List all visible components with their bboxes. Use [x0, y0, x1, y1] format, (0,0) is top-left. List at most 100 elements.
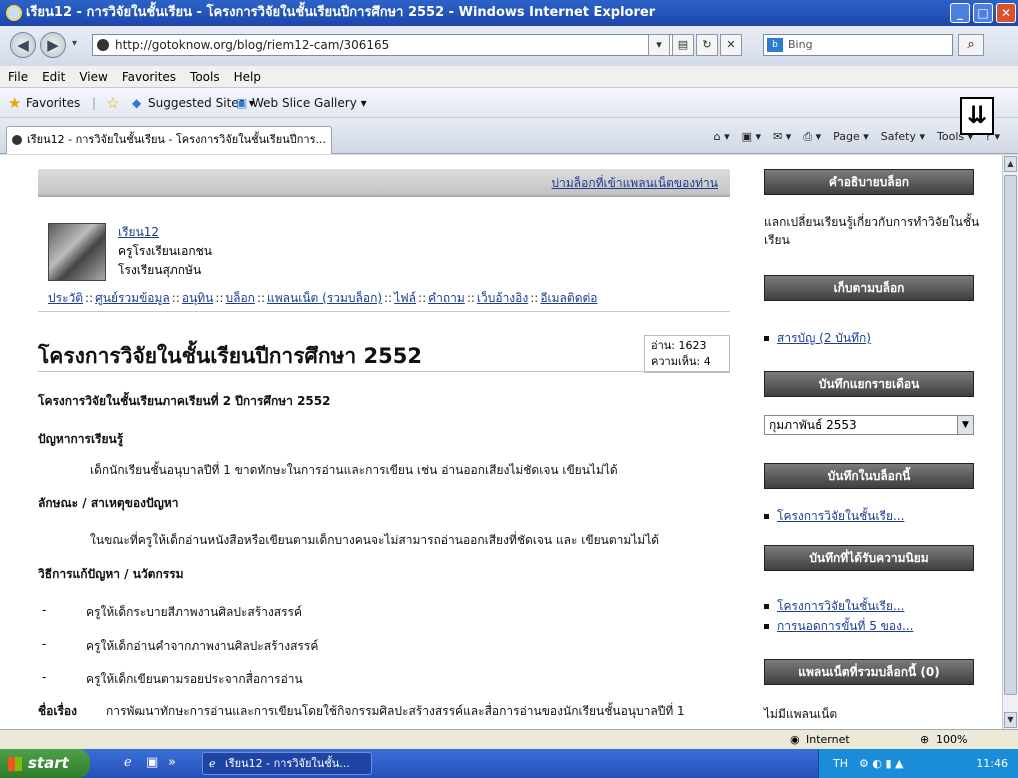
heading-cause: ลักษณะ / สาเหตุของปัญหา	[38, 496, 179, 510]
language-indicator[interactable]: TH	[833, 749, 848, 778]
chevron-down-icon[interactable]: ▼	[957, 416, 973, 434]
quicklaunch-ie-icon[interactable]: ℯ	[124, 755, 132, 770]
scroll-up-icon[interactable]: ▲	[1004, 156, 1017, 172]
ie-icon	[6, 5, 22, 21]
month-select[interactable]: กุมภาพันธ์ 2553 ▼	[764, 415, 974, 435]
nav-references[interactable]: เว็บอ้างอิง	[477, 291, 528, 305]
sidebar-popular-item: การนอดการขั้นที่ 5 ของ...	[764, 617, 913, 636]
address-input[interactable]: http://gotoknow.org/blog/riem12-cam/3061…	[92, 34, 692, 56]
tab-current[interactable]: เรียน12 - การวิจัยในชั้นเรียน - โครงการว…	[6, 126, 332, 154]
nav-email[interactable]: อีเมลติดต่อ	[540, 291, 597, 305]
web-slice-gallery-link[interactable]: Web Slice Gallery ▾	[252, 88, 367, 118]
favorites-star-icon[interactable]: ★	[8, 88, 21, 118]
close-button[interactable]: ✕	[996, 3, 1016, 23]
sidebar-heading-planets: แพลนเน็ตที่รวมบล็อกนี้ (0)	[764, 659, 974, 685]
planet-banner-link[interactable]: บ่ามล็อกที่เข้าแพลนเน็ตของท่าน	[552, 176, 718, 190]
compatibility-view-icon[interactable]: ▤	[672, 34, 694, 56]
windows-logo-icon	[8, 757, 22, 771]
recent-post-link[interactable]: โครงการวิจัยในชั้นเรีย...	[777, 509, 904, 523]
home-icon[interactable]: ⌂ ▾	[714, 130, 730, 144]
forward-button[interactable]: ▶	[40, 32, 66, 58]
globe-icon: ◉	[790, 733, 800, 746]
sidebar-heading-popular: บันทึกที่ได้รับความนิยม	[764, 545, 974, 571]
mail-icon[interactable]: ✉ ▾	[773, 130, 791, 144]
search-input[interactable]: b Bing	[763, 34, 953, 56]
quicklaunch-desktop-icon[interactable]: ▣	[146, 755, 158, 770]
menu-view[interactable]: View	[79, 66, 107, 87]
stop-button[interactable]: ✕	[720, 34, 742, 56]
start-button[interactable]: start	[0, 749, 90, 778]
minimize-button[interactable]: _	[950, 3, 970, 23]
vertical-scrollbar[interactable]: ▲ ▼	[1002, 155, 1018, 729]
nav-questions[interactable]: คำถาม	[428, 291, 465, 305]
bullet-icon: -	[42, 637, 47, 651]
refresh-button[interactable]: ↻	[696, 34, 718, 56]
add-favorite-icon[interactable]: ☆	[106, 88, 119, 118]
address-url: http://gotoknow.org/blog/riem12-cam/3061…	[115, 38, 390, 52]
nav-data-center[interactable]: ศูนย์รวมข้อมูล	[95, 291, 170, 305]
sidebar: คำอธิบายบล็อก แลกเปลี่ยนเรียนรู้เกี่ยวกั…	[760, 155, 1002, 729]
nav-blog[interactable]: บล็อก	[225, 291, 254, 305]
web-slice-icon: ▣	[236, 96, 248, 110]
avatar[interactable]	[48, 223, 106, 281]
history-dropdown-icon[interactable]: ▾	[72, 38, 77, 49]
no-planet-text: ไม่มีแพลนเน็ต	[764, 707, 838, 721]
profile-name-link[interactable]: เรียน12	[118, 225, 159, 239]
profile-block: เรียน12 ครูโรงเรียนเอกชน โรงเรียนสุภกษัน	[118, 223, 212, 280]
zone-label: Internet	[806, 733, 850, 746]
command-bar: ⌂ ▾ ▣ ▾ ✉ ▾ ⎙ ▾ Page ▾ Safety ▾ Tools ▾ …	[714, 130, 1000, 144]
maximize-button[interactable]: □	[973, 3, 993, 23]
sidebar-heading-monthly: บันทึกแยกรายเดือน	[764, 371, 974, 397]
favorites-bar: ★ Favorites | ☆ ◆ Suggested Sites ▾ ▣ We…	[0, 88, 1018, 118]
nav-planet[interactable]: แพลนเน็ต (รวมบล็อก)	[267, 291, 382, 305]
post-subtitle: โครงการวิจัยในชั้นเรียนภาคเรียนที่ 2 ปีก…	[38, 394, 331, 408]
nav-files[interactable]: ไฟล์	[394, 291, 416, 305]
tray-icons[interactable]: ⚙ ◐ ▮ ▲	[859, 749, 903, 778]
page-menu[interactable]: Page ▾	[833, 130, 869, 144]
tab-label: เรียน12 - การวิจัยในชั้นเรียน - โครงการว…	[27, 133, 326, 146]
quicklaunch-more-icon[interactable]: »	[168, 755, 176, 770]
category-link[interactable]: สารบัญ (2 บันทึก)	[777, 331, 871, 345]
feeds-icon[interactable]: ▣ ▾	[742, 130, 761, 144]
solution-item: ครูให้เด็กอ่านคำจากภาพงานศิลปะสร้างสรรค์	[86, 639, 319, 653]
heading-problem: ปัญหาการเรียนรู้	[38, 432, 124, 446]
menu-favorites[interactable]: Favorites	[122, 66, 176, 87]
menu-edit[interactable]: Edit	[42, 66, 65, 87]
topic-label: ชื่อเรื่อง	[38, 704, 77, 718]
divider	[38, 311, 730, 312]
site-favicon	[97, 39, 109, 51]
zoom-level[interactable]: 100%	[936, 730, 967, 749]
bullet-icon: -	[42, 670, 47, 684]
tab-favicon	[12, 135, 22, 145]
favbar-divider: |	[92, 96, 97, 110]
start-label: start	[28, 754, 69, 772]
popular-post-link[interactable]: โครงการวิจัยในชั้นเรีย...	[777, 599, 904, 613]
scrollbar-thumb[interactable]	[1004, 175, 1017, 695]
address-dropdown-button[interactable]: ▾	[648, 34, 670, 56]
nav-journal[interactable]: อนุทิน	[182, 291, 214, 305]
solution-item: ครูให้เด็กเขียนตามรอยประจากสื่อการอ่าน	[86, 672, 303, 686]
address-toolbar: ◀ ▶ ▾ http://gotoknow.org/blog/riem12-ca…	[0, 26, 1018, 66]
menu-file[interactable]: File	[8, 66, 28, 87]
topic-text: การพัฒนาทักษะการอ่านและการเขียนโดยใช้กิจ…	[106, 704, 685, 718]
menu-help[interactable]: Help	[234, 66, 261, 87]
print-icon[interactable]: ⎙ ▾	[803, 130, 821, 144]
menu-tools[interactable]: Tools	[190, 66, 220, 87]
popular-post-link[interactable]: การนอดการขั้นที่ 5 ของ...	[777, 619, 913, 633]
bing-icon: b	[767, 38, 783, 52]
sidebar-popular-item: โครงการวิจัยในชั้นเรีย...	[764, 597, 904, 616]
favorites-button[interactable]: Favorites	[26, 88, 80, 118]
taskbar-item-label: เรียน12 - การวิจัยในชั้น...	[225, 757, 350, 770]
taskbar-item-ie[interactable]: ℯ เรียน12 - การวิจัยในชั้น...	[202, 752, 372, 775]
nav-history[interactable]: ประวัติ	[48, 291, 83, 305]
window-title: เรียน12 - การวิจัยในชั้นเรียน - โครงการว…	[26, 5, 656, 20]
search-button[interactable]: ⌕	[958, 34, 984, 56]
back-button[interactable]: ◀	[10, 32, 36, 58]
scroll-down-icon[interactable]: ▼	[1004, 712, 1017, 728]
browser-window: เรียน12 - การวิจัยในชั้นเรียน - โครงการว…	[0, 0, 1018, 778]
clock[interactable]: 11:46	[976, 749, 1008, 778]
sidebar-heading-recent: บันทึกในบล็อกนี้	[764, 463, 974, 489]
month-select-value: กุมภาพันธ์ 2553	[769, 418, 857, 432]
safety-menu[interactable]: Safety ▾	[881, 130, 925, 144]
status-bar: ◉ Internet ⊕ 100%	[0, 729, 1018, 749]
